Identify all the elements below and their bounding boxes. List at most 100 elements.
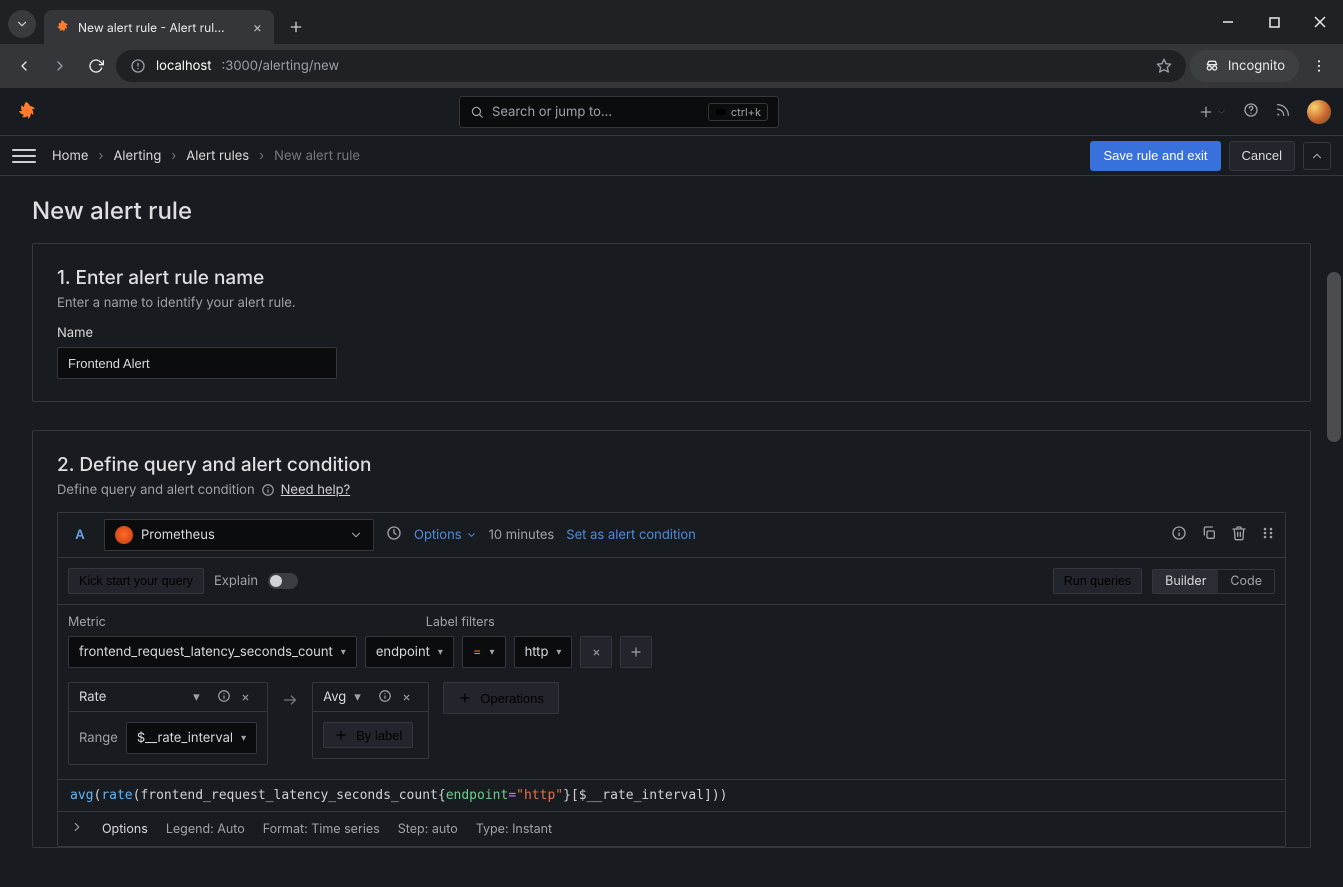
- query-footer: Options Legend: Auto Format: Time series…: [58, 812, 1285, 846]
- set-condition-link[interactable]: Set as alert condition: [566, 527, 696, 543]
- news-icon[interactable]: [1275, 102, 1291, 122]
- builder-tab[interactable]: Builder: [1153, 570, 1218, 593]
- query-help-icon[interactable]: [1171, 525, 1187, 545]
- cancel-button[interactable]: Cancel: [1229, 141, 1295, 171]
- help-icon[interactable]: [1243, 102, 1259, 122]
- remove-filter-icon[interactable]: ×: [580, 636, 612, 668]
- range-select[interactable]: $__rate_interval▾: [126, 722, 257, 754]
- info-icon[interactable]: [217, 689, 233, 705]
- op-avg: Avg ▾ × By label: [312, 682, 429, 759]
- add-filter-icon[interactable]: [620, 636, 652, 668]
- section-query: 2. Define query and alert condition Defi…: [32, 430, 1311, 848]
- add-menu[interactable]: [1198, 104, 1227, 120]
- section-name: 1. Enter alert rule name Enter a name to…: [32, 243, 1311, 402]
- remove-op-icon[interactable]: ×: [402, 689, 418, 705]
- info-icon[interactable]: [378, 689, 394, 705]
- explain-toggle[interactable]: [268, 573, 298, 589]
- mode-switch[interactable]: Builder Code: [1152, 569, 1275, 594]
- footer-step: Step: auto: [398, 822, 458, 837]
- section2-sub: Define query and alert condition Need he…: [57, 482, 1286, 498]
- promql-preview: avg(rate(frontend_request_latency_second…: [58, 780, 1285, 812]
- star-icon[interactable]: [1156, 58, 1172, 74]
- info-icon: [261, 483, 275, 497]
- page-scroll[interactable]: New alert rule 1. Enter alert rule name …: [0, 176, 1343, 887]
- window-maximize[interactable]: [1251, 0, 1297, 44]
- window-close[interactable]: [1297, 0, 1343, 44]
- filters-label: Label filters: [426, 615, 495, 630]
- global-search[interactable]: Search or jump to... ctrl+k: [459, 96, 779, 128]
- grafana-logo[interactable]: [12, 98, 40, 126]
- browser-tab-strip: New alert rule - Alert rul… ×: [0, 0, 1343, 44]
- metric-label: Metric: [68, 615, 106, 630]
- user-avatar[interactable]: [1307, 100, 1331, 124]
- metric-select[interactable]: frontend_request_latency_seconds_count▾: [68, 636, 357, 668]
- run-queries-button[interactable]: Run queries: [1053, 568, 1142, 594]
- footer-legend: Legend: Auto: [166, 822, 245, 837]
- search-placeholder: Search or jump to...: [492, 104, 612, 120]
- scrollbar[interactable]: [1327, 272, 1341, 442]
- footer-type: Type: Instant: [476, 822, 552, 837]
- url-path: :3000/alerting/new: [222, 58, 340, 74]
- footer-options[interactable]: Options: [102, 822, 148, 837]
- tab-list-caret[interactable]: [8, 10, 36, 38]
- kickstart-button[interactable]: Kick start your query: [68, 568, 204, 594]
- breadcrumb-bar: Home › Alerting › Alert rules › New aler…: [0, 136, 1343, 176]
- op-rate: Rate ▾ × Range $__rate_interv: [68, 682, 268, 765]
- query-options[interactable]: Options: [414, 527, 477, 543]
- crumb-alerting[interactable]: Alerting: [113, 148, 161, 164]
- explain-label: Explain: [214, 573, 258, 589]
- time-range: 10 minutes: [489, 527, 555, 543]
- range-label: Range: [79, 730, 118, 746]
- time-icon[interactable]: [386, 525, 402, 545]
- window-minimize[interactable]: [1205, 0, 1251, 44]
- crumb-home[interactable]: Home: [52, 148, 88, 164]
- query-editor: A Prometheus Options 10 minutes Set as: [57, 512, 1286, 847]
- drag-handle-icon[interactable]: [1261, 526, 1275, 544]
- close-tab-icon[interactable]: ×: [251, 17, 264, 38]
- need-help-link[interactable]: Need help?: [281, 482, 351, 498]
- prometheus-icon: [115, 526, 133, 544]
- nav-forward[interactable]: [44, 50, 76, 82]
- trash-icon[interactable]: [1231, 525, 1247, 545]
- section2-heading: 2. Define query and alert condition: [57, 453, 1286, 476]
- chevron-right-icon[interactable]: [70, 820, 84, 838]
- nav-reload[interactable]: [80, 50, 112, 82]
- datasource-picker[interactable]: Prometheus: [104, 519, 374, 551]
- incognito-badge[interactable]: Incognito: [1190, 50, 1299, 82]
- remove-op-icon[interactable]: ×: [241, 689, 257, 705]
- hamburger-icon[interactable]: [12, 149, 36, 163]
- section1-sub: Enter a name to identify your alert rule…: [57, 295, 1286, 311]
- save-button[interactable]: Save rule and exit: [1090, 141, 1220, 171]
- crumb-rules[interactable]: Alert rules: [186, 148, 249, 164]
- nav-back[interactable]: [8, 50, 40, 82]
- new-tab-button[interactable]: [282, 13, 310, 41]
- copy-icon[interactable]: [1201, 525, 1217, 545]
- grafana-topbar: Search or jump to... ctrl+k: [0, 88, 1343, 136]
- address-bar[interactable]: localhost :3000/alerting/new: [116, 50, 1186, 82]
- collapse-button[interactable]: [1303, 142, 1331, 170]
- browser-tab[interactable]: New alert rule - Alert rul… ×: [44, 10, 274, 44]
- filter-op-select[interactable]: =▾: [462, 636, 506, 668]
- footer-format: Format: Time series: [263, 822, 380, 837]
- section1-heading: 1. Enter alert rule name: [57, 266, 1286, 289]
- filter-key-select[interactable]: endpoint▾: [365, 636, 454, 668]
- chevron-down-icon[interactable]: ▾: [354, 689, 370, 705]
- rule-name-input[interactable]: [57, 347, 337, 379]
- tab-title: New alert rule - Alert rul…: [78, 20, 243, 35]
- filter-val-select[interactable]: http▾: [514, 636, 573, 668]
- crumb-current: New alert rule: [274, 148, 360, 164]
- name-label: Name: [57, 325, 1286, 341]
- chevron-down-icon[interactable]: ▾: [193, 689, 209, 705]
- grafana-favicon: [54, 19, 70, 35]
- page-title: New alert rule: [32, 196, 1311, 225]
- query-letter[interactable]: A: [68, 523, 92, 547]
- search-icon: [470, 105, 484, 119]
- chevron-down-icon: [349, 528, 363, 542]
- by-label-button[interactable]: By label: [323, 722, 413, 748]
- url-host: localhost: [156, 58, 212, 74]
- browser-toolbar: localhost :3000/alerting/new Incognito: [0, 44, 1343, 88]
- code-tab[interactable]: Code: [1218, 570, 1274, 593]
- chrome-menu[interactable]: [1303, 50, 1335, 82]
- op-arrow-icon: [282, 692, 298, 712]
- add-operation-button[interactable]: Operations: [443, 682, 559, 714]
